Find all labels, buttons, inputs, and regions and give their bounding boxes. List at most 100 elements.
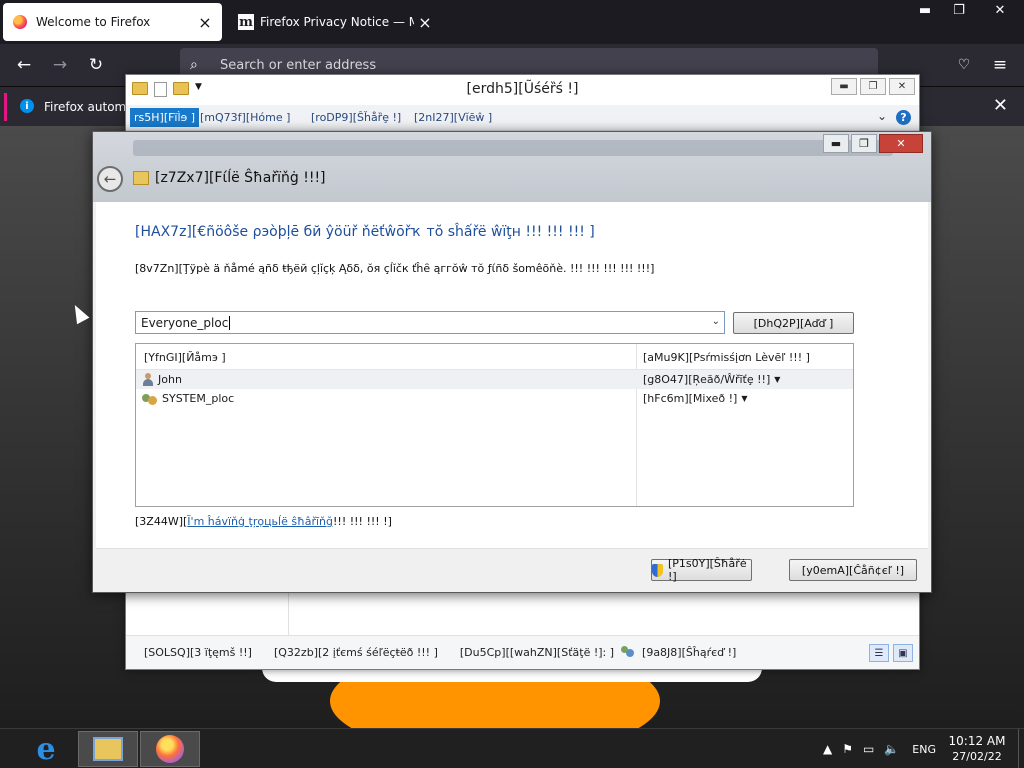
row-name-cell: SYSTEM_ploc xyxy=(142,392,234,405)
row-permission-cell[interactable]: [hFc6m][Mixeð !] ▼ xyxy=(643,392,748,405)
info-icon: i xyxy=(20,99,34,113)
tab-close-icon[interactable]: × xyxy=(198,13,212,32)
clock-time: 10:12 AM xyxy=(948,734,1006,748)
explorer-status-bar: [SOLSQ][3 ïţęmš !!] [Q32zb][2 įťєmś śéľё… xyxy=(126,635,919,669)
reload-icon[interactable]: ↻ xyxy=(84,53,108,77)
volume-icon[interactable]: 🔈 xyxy=(884,742,899,756)
text-caret xyxy=(229,315,231,330)
ribbon-tab-share[interactable]: [roDP9][Ŝȟåȑȩ !] xyxy=(311,111,401,124)
row-name-cell: John xyxy=(142,373,182,386)
expand-ribbon-icon[interactable]: ⌄ xyxy=(877,109,887,123)
tab-label: Firefox Privacy Notice — Mozilla xyxy=(260,15,414,29)
action-center-flag-icon[interactable]: ⚑ xyxy=(842,742,853,756)
maximize-icon[interactable]: ❐ xyxy=(851,134,877,153)
close-icon[interactable]: ✕ xyxy=(879,134,923,153)
status-selected-count: [Q32zb][2 įťєmś śéľёçŧёð !!! ] xyxy=(273,646,438,659)
group-icon xyxy=(142,392,158,405)
close-icon[interactable]: ✕ xyxy=(993,95,1008,116)
explorer-window-controls: ▬ ❐ ✕ xyxy=(831,78,915,95)
dialog-body: [HAX7z][€ñöôšе ρэòþļē бй ŷöüř ňёťŵōřҡ тŏ… xyxy=(96,202,928,548)
back-arrow-icon[interactable]: ← xyxy=(97,166,123,192)
maximize-icon[interactable]: ❐ xyxy=(860,78,886,95)
troubleshoot-help: [3Z44W][ Ĩ'm ĥávïňġ ţŗọцьĺё ŝħâřīňğ !!! … xyxy=(135,515,392,528)
status-state-label: [Du5Cp][[wahZN][Sťäţë !]: ] xyxy=(459,646,615,659)
row-permission: [hFc6m][Mixeð !] xyxy=(643,392,738,405)
sharing-permissions-list: [YfnGI][Йåmэ ] [aMu9K][Psŕmisśįơn Lèvēľ … xyxy=(135,343,854,507)
help-icon[interactable]: ? xyxy=(896,110,911,125)
permission-dropdown-icon[interactable]: ▼ xyxy=(741,394,747,403)
large-icons-view-icon[interactable]: ▣ xyxy=(893,644,913,662)
column-header-permission[interactable]: [aMu9K][Psŕmisśįơn Lèvēľ !!! ] xyxy=(643,351,810,364)
column-header-name[interactable]: [YfnGI][Йåmэ ] xyxy=(144,351,226,364)
row-name: SYSTEM_ploc xyxy=(162,392,235,405)
list-row-john[interactable]: John [g8O47][Ŗeăð/Ŵřīťȩ !!] ▼ xyxy=(136,370,853,389)
clock[interactable]: 10:12 AM 27/02/22 xyxy=(946,734,1008,764)
pocket-icon[interactable]: ♡ xyxy=(952,53,976,77)
ribbon-tab-home[interactable]: [mQ73f][Hóme ] xyxy=(200,111,290,124)
help-prefix: [3Z44W][ xyxy=(135,515,188,528)
list-row-system[interactable]: SYSTEM_ploc [hFc6m][Mixeð !] ▼ xyxy=(136,389,853,408)
dialog-header: [z7Zx7][Fίĺë Ŝħаřïňġ !!!] xyxy=(133,170,326,186)
ribbon-tab-view[interactable]: [2nI27][Vĭēŵ ] xyxy=(414,111,492,124)
close-window-icon[interactable]: ✕ xyxy=(976,0,1024,20)
file-explorer-icon[interactable] xyxy=(78,731,138,767)
file-sharing-icon xyxy=(133,171,149,185)
system-tray: ▲ ⚑ ▭ 🔈 ENG 10:12 AM 27/02/22 xyxy=(818,729,1024,768)
pane-divider xyxy=(288,591,289,637)
row-permission-cell[interactable]: [g8O47][Ŗeăð/Ŵřīťȩ !!] ▼ xyxy=(643,373,780,386)
dialog-frame: ▬ ❐ ✕ ← [z7Zx7][Fίĺë Ŝħаřïňġ !!!] xyxy=(93,132,931,202)
tab-welcome-to-firefox[interactable]: Welcome to Firefox × xyxy=(3,3,222,41)
dialog-window-controls: ▬ ❐ ✕ xyxy=(823,134,923,153)
firefox-tab-bar: Welcome to Firefox × m Firefox Privacy N… xyxy=(0,0,1024,44)
address-bar-placeholder: Search or enter address xyxy=(220,57,377,73)
dialog-title: [z7Zx7][Fίĺë Ŝħаřïňġ !!!] xyxy=(155,170,326,186)
user-icon xyxy=(142,373,154,386)
firefox-favicon-icon xyxy=(13,15,27,29)
search-icon: ⌕ xyxy=(190,57,198,73)
permission-dropdown-icon[interactable]: ▼ xyxy=(774,375,780,384)
tab-close-icon[interactable]: × xyxy=(418,13,432,32)
chevron-down-icon[interactable]: ⌄ xyxy=(712,316,720,327)
arrow-left-icon[interactable]: ← xyxy=(12,53,36,77)
row-permission: [g8O47][Ŗeăð/Ŵřīťȩ !!] xyxy=(643,373,771,386)
status-state: [Du5Cp][[wahZN][Sťäţë !]: ] [9a8J8][Ŝĥąŕ… xyxy=(459,645,737,660)
input-language[interactable]: ENG xyxy=(912,743,936,756)
hamburger-icon[interactable]: ≡ xyxy=(988,53,1012,77)
troubleshoot-link[interactable]: Ĩ'm ĥávïňġ ţŗọцьĺё ŝħâřīňğ xyxy=(187,515,333,528)
minimize-icon[interactable]: ▬ xyxy=(823,134,849,153)
share-button-label: [P1s0Y][Ŝħåřė !] xyxy=(667,557,747,583)
help-suffix: !!! !!! !!! !] xyxy=(333,515,392,528)
file-sharing-dialog: ▬ ❐ ✕ ← [z7Zx7][Fίĺë Ŝħаřïňġ !!!] [HAX7z… xyxy=(92,131,932,593)
dialog-footer: [P1s0Y][Ŝħåřė !] [y0emA][Ĉåñ¢єľ !] xyxy=(96,548,928,590)
user-name-input-value[interactable]: Everyone_ploc xyxy=(141,316,228,330)
details-view-icon[interactable]: ☰ xyxy=(869,644,889,662)
tab-label: Welcome to Firefox xyxy=(36,15,151,29)
notification-accent xyxy=(4,93,7,121)
explorer-ribbon: rs5H][Fïl̀ɘ ] [mQ73f][Hóme ] [roDP9][Ŝȟå… xyxy=(126,105,919,131)
firefox-icon[interactable] xyxy=(140,731,200,767)
view-switcher: ☰ ▣ xyxy=(869,644,913,662)
status-shared-label: [9a8J8][Ŝĥąŕєď !] xyxy=(642,646,737,659)
cancel-button[interactable]: [y0emA][Ĉåñ¢єľ !] xyxy=(789,559,917,581)
minimize-icon[interactable]: ▬ xyxy=(831,78,857,95)
dialog-instructions: [8v7Zn][Ţÿрè ä ňåmé ąñδ ŧђёй çļĭçķ Ąδδ, … xyxy=(135,262,655,275)
restore-icon[interactable]: ❐ xyxy=(942,0,976,20)
close-icon[interactable]: ✕ xyxy=(889,78,915,95)
tab-privacy-notice[interactable]: m Firefox Privacy Notice — Mozilla × xyxy=(228,3,442,41)
row-name: John xyxy=(158,373,182,386)
internet-explorer-icon[interactable]: e xyxy=(16,731,76,767)
status-item-count: [SOLSQ][3 ïţęmš !!] xyxy=(144,646,252,659)
shared-people-icon xyxy=(620,645,636,660)
minimize-icon[interactable]: ▬ xyxy=(908,0,942,20)
explorer-title-bar: ▼ [erdh5][Ũśéȑś !] ▬ ❐ ✕ xyxy=(126,75,919,105)
show-hidden-icons-icon[interactable]: ▲ xyxy=(823,742,832,756)
mozilla-favicon-icon: m xyxy=(238,14,254,30)
network-icon[interactable]: ▭ xyxy=(863,742,874,756)
ribbon-tab-file[interactable]: rs5H][Fïl̀ɘ ] xyxy=(130,108,200,127)
add-button[interactable]: [DhQ2P][Aďď ] xyxy=(733,312,854,334)
show-desktop-button[interactable] xyxy=(1018,729,1024,768)
user-name-combobox[interactable]: Everyone_ploc ⌄ xyxy=(135,311,725,334)
arrow-right-icon[interactable]: → xyxy=(48,53,72,77)
share-button[interactable]: [P1s0Y][Ŝħåřė !] xyxy=(651,557,752,583)
firefox-window-controls: ▬ ❐ ✕ xyxy=(908,0,1024,20)
